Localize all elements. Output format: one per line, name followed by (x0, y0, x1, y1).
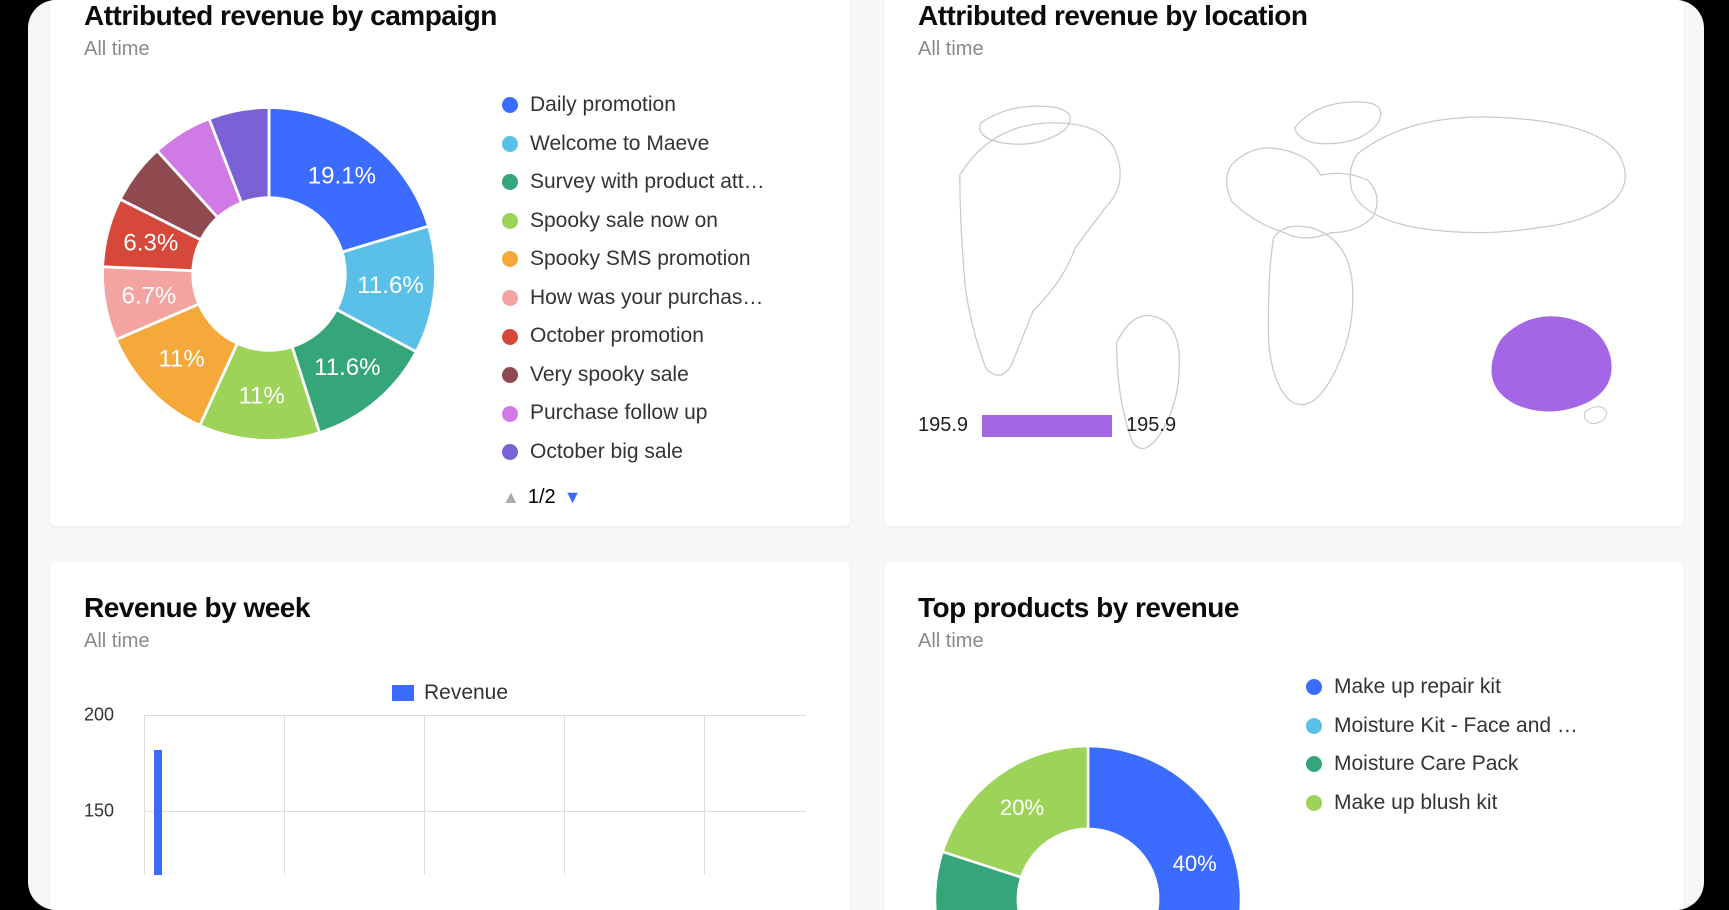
card-revenue-by-campaign: ⤢ Attributed revenue by campaign All tim… (50, 0, 850, 526)
gridline (564, 715, 565, 875)
legend-dot-icon (1306, 795, 1322, 811)
legend-item[interactable]: How was your purchas… (502, 282, 765, 315)
legend-label: Very spooky sale (530, 359, 689, 392)
card-revenue-by-location: Attributed revenue by location All time (884, 0, 1684, 526)
legend-item[interactable]: Daily promotion (502, 89, 765, 122)
legend-label: How was your purchas… (530, 282, 763, 315)
legend-item[interactable]: October promotion (502, 320, 765, 353)
card-subtitle: All time (918, 630, 1650, 653)
legend-dot-icon (502, 174, 518, 190)
legend-dot-icon (502, 444, 518, 460)
bar-chart-week[interactable]: 200 150 (84, 715, 816, 875)
card-title: Top products by revenue (918, 592, 1650, 624)
legend-label: Welcome to Maeve (530, 128, 709, 161)
slice-label: 20% (1000, 795, 1044, 820)
scale-max: 195.9 (1126, 414, 1176, 437)
legend-dot-icon (502, 251, 518, 267)
legend-item[interactable]: October big sale (502, 436, 765, 469)
card-revenue-by-week: Revenue by week All time Revenue 200 150 (50, 562, 850, 910)
pager-text: 1/2 (528, 486, 556, 509)
legend-label: Moisture Kit - Face and Body Care (1334, 710, 1584, 743)
legend-label: October big sale (530, 436, 683, 469)
legend-label: Make up blush kit (1334, 787, 1497, 820)
legend-products: Make up repair kit Moisture Kit - Face an… (1306, 671, 1584, 910)
legend-label: Daily promotion (530, 89, 676, 122)
legend-item[interactable]: Make up repair kit (1306, 671, 1584, 704)
gridline (144, 715, 145, 875)
legend-label: October promotion (530, 320, 704, 353)
slice-label: 11.6% (314, 354, 380, 381)
legend-item[interactable]: Survey with product att… (502, 166, 765, 199)
legend-dot-icon (1306, 718, 1322, 734)
gridline (284, 715, 285, 875)
map-scale: 195.9 195.9 (918, 414, 1176, 437)
card-title: Attributed revenue by campaign (84, 0, 816, 32)
slice-label: 11.6% (357, 272, 423, 299)
slice-label: 11% (238, 382, 284, 409)
world-map[interactable] (918, 79, 1650, 449)
legend-label: Spooky sale now on (530, 205, 718, 238)
legend-item[interactable]: Welcome to Maeve (502, 128, 765, 161)
bar-legend: Revenue (84, 681, 816, 705)
legend-label: Revenue (424, 681, 508, 704)
legend-item[interactable]: Spooky sale now on (502, 205, 765, 238)
legend-dot-icon (1306, 756, 1322, 772)
slice-label: 40% (1173, 851, 1217, 876)
legend-item[interactable]: Moisture Care Pack (1306, 748, 1584, 781)
card-subtitle: All time (84, 630, 816, 653)
y-tick: 150 (84, 801, 114, 822)
legend-dot-icon (502, 97, 518, 113)
legend-label: Purchase follow up (530, 397, 707, 430)
legend-dot-icon (502, 367, 518, 383)
legend-dot-icon (502, 290, 518, 306)
slice-label: 6.3% (123, 230, 178, 257)
bar[interactable] (154, 750, 162, 875)
gridline (144, 715, 806, 716)
y-tick: 200 (84, 705, 114, 726)
legend-item[interactable]: Spooky SMS promotion (502, 243, 765, 276)
legend-item[interactable]: Very spooky sale (502, 359, 765, 392)
legend-dot-icon (502, 406, 518, 422)
pager-next-icon[interactable]: ▼ (564, 487, 582, 508)
slice-label: 11% (158, 346, 204, 373)
legend-label: Survey with product att… (530, 166, 765, 199)
legend-dot-icon (502, 136, 518, 152)
gridline (424, 715, 425, 875)
legend-pager: ▲ 1/2 ▼ (502, 486, 765, 509)
card-top-products: Top products by revenue All time 40%20% … (884, 562, 1684, 910)
legend-label: Moisture Care Pack (1334, 748, 1518, 781)
legend-dot-icon (502, 329, 518, 345)
dashboard-panel: ⤢ Attributed revenue by campaign All tim… (28, 0, 1704, 910)
card-subtitle: All time (918, 38, 1650, 61)
legend-item[interactable]: Moisture Kit - Face and Body Care (1306, 710, 1584, 743)
legend-label: Make up repair kit (1334, 671, 1501, 704)
legend-dot-icon (1306, 679, 1322, 695)
gridline (704, 715, 705, 875)
legend-swatch (392, 685, 414, 701)
scale-min: 195.9 (918, 414, 968, 437)
slice-label: 19.1% (308, 162, 376, 189)
card-title: Revenue by week (84, 592, 816, 624)
legend-dot-icon (502, 213, 518, 229)
legend-item[interactable]: Make up blush kit (1306, 787, 1584, 820)
pager-prev-icon[interactable]: ▲ (502, 487, 520, 508)
donut-chart-campaign[interactable]: 19.1% 11.6% 11.6% 11% 11% 6.7% 6.3% (84, 89, 454, 459)
gridline (144, 811, 806, 812)
map-region-australia[interactable] (1492, 317, 1611, 411)
card-subtitle: All time (84, 38, 816, 61)
legend-campaign: Daily promotion Welcome to Maeve Survey wi… (502, 89, 765, 468)
legend-label: Spooky SMS promotion (530, 243, 751, 276)
slice-label: 6.7% (121, 282, 176, 309)
card-title: Attributed revenue by location (918, 0, 1650, 32)
scale-bar (982, 415, 1112, 437)
donut-chart-products[interactable]: 40% 20% (918, 661, 1258, 910)
legend-item[interactable]: Purchase follow up (502, 397, 765, 430)
